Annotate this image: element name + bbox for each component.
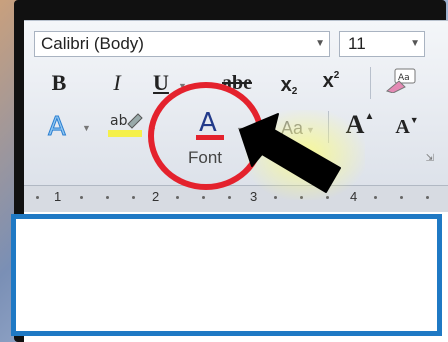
highlight-label: ab — [110, 113, 128, 129]
italic-button[interactable]: I — [104, 69, 130, 97]
text-effects-dropdown-icon[interactable]: ▼ — [82, 123, 91, 133]
clear-formatting-button[interactable]: Aa — [382, 65, 422, 95]
font-name-combobox[interactable]: Calibri (Body) ▼ — [34, 31, 330, 57]
chevron-down-icon[interactable]: ▼ — [315, 38, 325, 49]
superscript-button[interactable]: x2 — [318, 67, 344, 95]
font-name-value: Calibri (Body) — [41, 34, 144, 53]
pointer-arrow-icon — [239, 113, 341, 193]
subscript-label: x — [280, 73, 292, 96]
caret-down-icon: ▼ — [409, 115, 419, 125]
ruler-dot — [106, 196, 109, 199]
ruler-mark: 1 — [54, 189, 62, 204]
ruler-dot — [80, 196, 83, 199]
font-size-value: 11 — [348, 34, 366, 53]
ruler-dot — [400, 196, 403, 199]
ruler-dot — [426, 196, 429, 199]
shrink-font-label: A — [395, 115, 410, 138]
text-effects-icon: A — [48, 112, 67, 140]
dialog-launcher-icon[interactable]: ⇲ — [426, 153, 434, 164]
subscript-button[interactable]: x2 — [276, 71, 302, 99]
highlight-button[interactable]: ab — [108, 109, 144, 141]
separator — [370, 67, 371, 99]
svg-text:A: A — [48, 112, 66, 140]
bold-button[interactable]: B — [46, 69, 72, 97]
chevron-down-icon[interactable]: ▼ — [410, 38, 420, 49]
ruler-dot — [176, 196, 179, 199]
ruler-dot — [374, 196, 377, 199]
ruler-mark: 2 — [152, 189, 160, 204]
ruler-dot — [132, 196, 135, 199]
shrink-font-button[interactable]: A ▼ — [392, 113, 422, 141]
font-size-combobox[interactable]: 11 ▼ — [339, 31, 425, 57]
document-highlight-box — [11, 214, 442, 336]
highlighter-icon: ab — [108, 113, 143, 137]
ruler-dot — [202, 196, 205, 199]
ruler-dot — [36, 196, 39, 199]
caret-up-icon: ▲ — [364, 110, 375, 122]
superscript-label: x — [322, 69, 334, 92]
clear-formatting-icon: Aa — [385, 68, 416, 93]
text-effects-button[interactable]: A — [42, 111, 76, 141]
